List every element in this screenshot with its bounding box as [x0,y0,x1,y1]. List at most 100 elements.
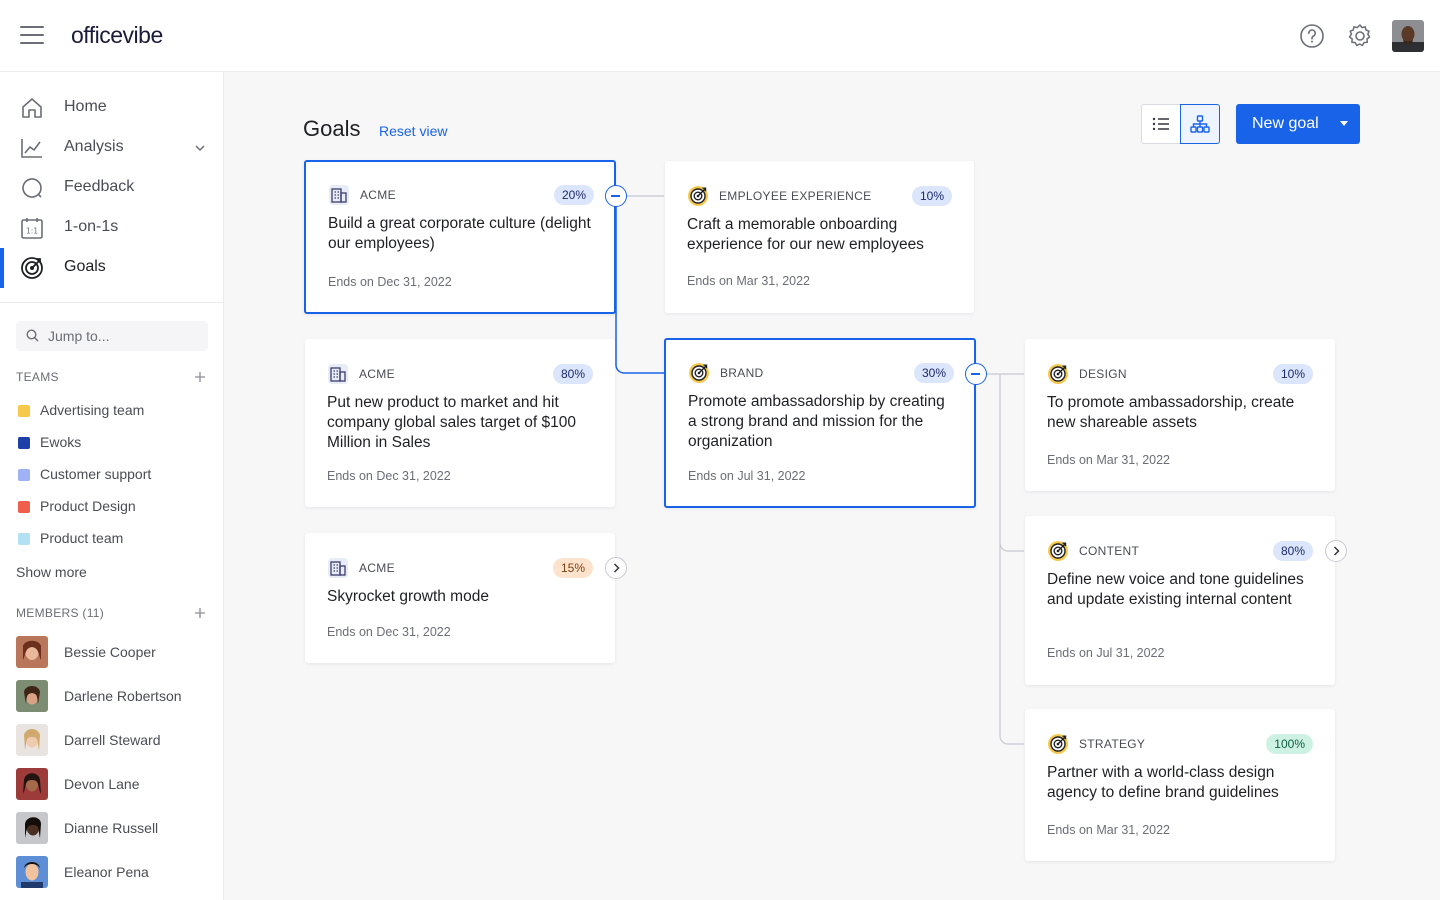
member-item[interactable]: Dianne Russell [16,812,208,844]
team-name: Customer support [40,466,152,482]
home-icon [22,98,42,118]
feedback-icon [22,178,42,198]
jump-to-search[interactable]: Jump to... [16,321,208,351]
nav-item-home[interactable]: Home [0,88,224,128]
goal-card[interactable]: BRAND 30% Promote ambassadorship by crea… [664,338,976,508]
nav-label: 1-on-1s [64,218,119,235]
goal-title: Build a great corporate culture (delight… [328,215,591,252]
goal-card[interactable]: EMPLOYEE EXPERIENCE 10% Craft a memorabl… [665,161,974,313]
chevron-down-icon[interactable] [192,140,208,156]
member-item[interactable]: Bessie Cooper [16,636,208,668]
top-bar: officevibe [0,0,1440,72]
target-icon [689,363,709,383]
goal-card[interactable]: ACME 20% Build a great corporate culture… [304,160,616,314]
add-member-icon[interactable] [193,606,207,620]
goal-title: Put new product to market and hit compan… [327,394,577,451]
goal-team: ACME [359,367,395,381]
team-item[interactable]: Advertising team [16,399,208,423]
goal-progress-badge: 100% [1266,734,1313,754]
new-goal-label: New goal [1252,115,1319,132]
team-color-swatch [18,501,30,513]
goal-team: ACME [359,561,395,575]
team-color-swatch [18,469,30,481]
nav-item-goals[interactable]: Goals [0,248,224,288]
avatar [16,636,48,668]
teams-heading: TEAMS [16,370,59,384]
member-item[interactable]: Devon Lane [16,768,208,800]
tree-view-button[interactable] [1180,104,1220,144]
goal-progress-badge: 10% [911,186,952,206]
goal-title: Craft a memorable onboarding experience … [687,216,924,253]
add-team-icon[interactable] [193,370,207,384]
goal-end-date: Ends on Jul 31, 2022 [688,469,806,483]
goal-card[interactable]: DESIGN 10% To promote ambassadorship, cr… [1025,339,1335,491]
goal-end-date: Ends on Dec 31, 2022 [327,625,451,639]
goal-team: CONTENT [1079,544,1140,558]
goals-icon [21,257,43,279]
goal-title: Promote ambassadorship by creating a str… [688,393,945,450]
goal-end-date: Ends on Dec 31, 2022 [327,469,451,483]
team-item[interactable]: Customer support [16,463,208,487]
team-name: Advertising team [40,402,145,418]
view-toggle [1141,104,1221,144]
goal-card[interactable]: ACME 15% Skyrocket growth mode Ends on D… [305,533,615,663]
avatar [16,856,48,888]
goal-end-date: Ends on Mar 31, 2022 [1047,453,1170,467]
team-name: Product team [40,530,124,546]
reset-view-link[interactable]: Reset view [379,123,447,139]
member-item[interactable]: Darlene Robertson [16,680,208,712]
team-name: Product Design [40,498,136,514]
help-icon[interactable] [1298,22,1326,50]
list-icon [1152,117,1169,131]
team-item[interactable]: Ewoks [16,431,208,455]
show-more-link[interactable]: Show more [16,564,87,580]
goal-team: ACME [360,188,396,202]
new-goal-button[interactable]: New goal [1236,104,1360,144]
team-color-swatch [18,437,30,449]
nav-label: Home [64,98,107,115]
list-view-button[interactable] [1141,104,1181,144]
nav-label: Goals [64,258,106,275]
chevron-right-icon [1333,546,1340,556]
team-name: Ewoks [40,434,82,450]
goal-card[interactable]: ACME 80% Put new product to market and h… [305,339,615,507]
collapse-children-button[interactable] [605,185,627,207]
goal-team: BRAND [720,366,764,380]
search-icon [26,329,39,342]
building-icon [328,558,348,578]
user-avatar[interactable] [1392,20,1424,52]
team-color-swatch [18,405,30,417]
goal-progress-badge: 80% [552,364,593,384]
goal-end-date: Ends on Dec 31, 2022 [328,275,452,289]
avatar [16,680,48,712]
avatar [16,812,48,844]
nav-item-one-on-ones[interactable]: 1:1 1-on-1s [0,208,224,248]
settings-icon[interactable] [1346,22,1374,50]
target-icon [1048,541,1068,561]
nav-label: Feedback [64,178,135,195]
menu-icon[interactable] [20,26,44,46]
goal-team: STRATEGY [1079,737,1146,751]
building-icon [328,364,348,384]
goal-card[interactable]: STRATEGY 100% Partner with a world-class… [1025,709,1335,861]
target-icon [1048,734,1068,754]
goal-title: To promote ambassadorship, create new sh… [1047,394,1295,431]
members-heading: MEMBERS (11) [16,606,105,620]
collapse-children-button[interactable] [965,363,987,385]
expand-children-button[interactable] [605,557,627,579]
nav-item-analysis[interactable]: Analysis [0,128,224,168]
team-item[interactable]: Product team [16,527,208,551]
logo[interactable]: officevibe [71,22,163,49]
member-name: Eleanor Pena [64,864,149,880]
target-icon [1048,364,1068,384]
chevron-right-icon [613,563,620,573]
expand-children-button[interactable] [1325,540,1347,562]
nav-item-feedback[interactable]: Feedback [0,168,224,208]
goal-progress-badge: 80% [1272,541,1313,561]
member-name: Bessie Cooper [64,644,156,660]
member-item[interactable]: Eleanor Pena [16,856,208,888]
goal-card[interactable]: CONTENT 80% Define new voice and tone gu… [1025,516,1335,685]
member-name: Dianne Russell [64,820,159,836]
member-item[interactable]: Darrell Steward [16,724,208,756]
team-item[interactable]: Product Design [16,495,208,519]
